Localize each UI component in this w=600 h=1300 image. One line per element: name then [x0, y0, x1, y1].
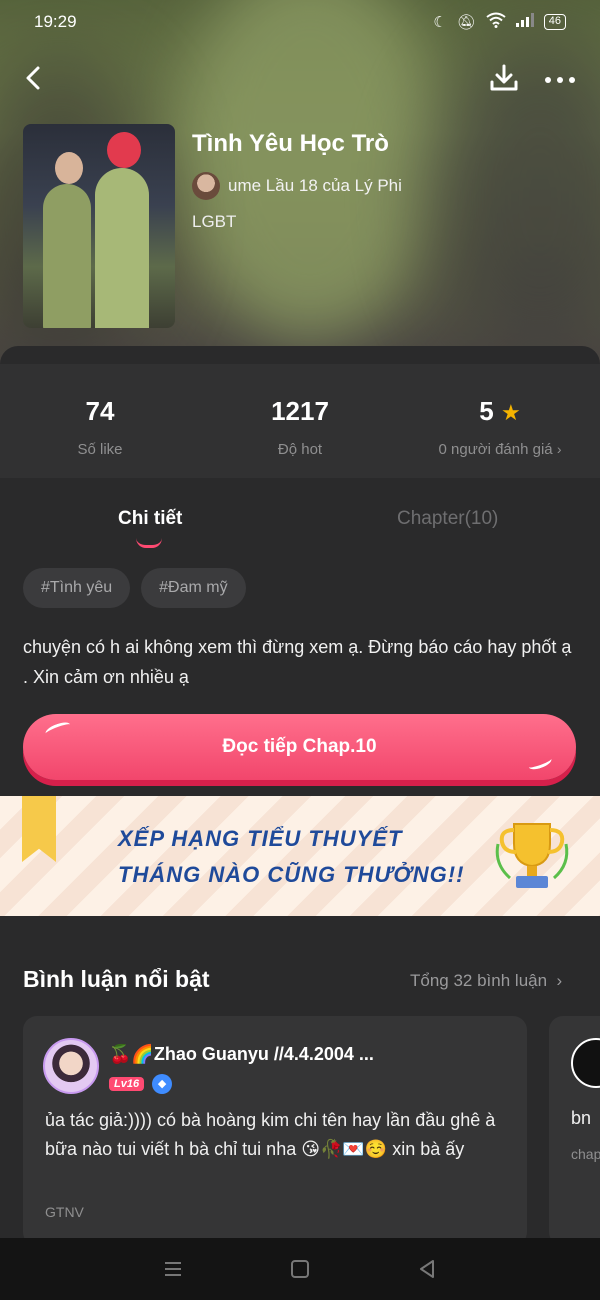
- tag-list: #Tình yêu #Đam mỹ: [23, 568, 246, 608]
- status-time: 19:29: [34, 12, 77, 31]
- book-genre: LGBT: [192, 212, 237, 231]
- detail-tabs: Chi tiết Chapter(10): [0, 496, 600, 556]
- chevron-right-icon: ›: [556, 441, 562, 457]
- battery-icon: 46: [543, 14, 566, 30]
- rating-label: 0 người đánh giá: [438, 441, 553, 458]
- stat-rating[interactable]: 5 ★ 0 người đánh giá ›: [400, 364, 600, 478]
- banner-line2: THÁNG NÀO CŨNG THƯỞNG!!: [118, 862, 465, 887]
- banner-line1: XẾP HẠNG TIỂU THUYẾT: [118, 826, 403, 851]
- tag-chip[interactable]: #Tình yêu: [23, 568, 131, 608]
- moon-icon: ☾: [433, 14, 447, 31]
- commenter-avatar[interactable]: [43, 1038, 99, 1094]
- tab-indicator: [136, 538, 162, 548]
- comment-chapter: chap: [571, 1146, 600, 1162]
- status-bar: 19:29 ☾ 🔕︎ 46: [0, 0, 600, 44]
- top-bar: [0, 58, 600, 98]
- comment-chapter: GTNV: [45, 1204, 84, 1220]
- stat-hot: 1217 Độ hot: [200, 364, 400, 478]
- likes-count: 74: [85, 396, 115, 426]
- rating-value: 5: [479, 396, 494, 426]
- back-nav-icon[interactable]: [415, 1257, 439, 1281]
- star-icon: ★: [500, 400, 521, 425]
- continue-reading-label: Đọc tiếp Chap.10: [222, 736, 377, 757]
- continue-reading-button[interactable]: Đọc tiếp Chap.10: [23, 714, 576, 780]
- tab-details[interactable]: Chi tiết: [118, 508, 182, 530]
- comments-title: Bình luận nổi bật: [23, 966, 210, 992]
- trophy-icon: [495, 823, 569, 888]
- level-badge: Lv16: [109, 1077, 145, 1091]
- stat-likes: 74 Số like: [0, 364, 200, 478]
- mute-icon: 🔕︎: [456, 14, 476, 31]
- book-description: chuyện có h ai không xem thì đừng xem ạ.…: [23, 637, 572, 687]
- comment-card[interactable]: 🍒🌈Zhao Guanyu //4.4.2004 ... Lv16 ◆ ủa t…: [23, 1016, 527, 1246]
- author-row[interactable]: ume Lầu 18 của Lý Phi: [192, 172, 402, 200]
- hot-count: 1217: [271, 396, 329, 426]
- chevron-left-icon: [26, 66, 40, 90]
- back-button[interactable]: [20, 62, 48, 94]
- menu-icon[interactable]: [161, 1257, 185, 1281]
- hot-label: Độ hot: [277, 441, 323, 458]
- comments-total: Tổng 32 bình luận: [410, 971, 548, 990]
- bookmark-ribbon-icon: [22, 796, 56, 862]
- comment-card[interactable]: bn chap: [549, 1016, 600, 1246]
- download-icon: [490, 64, 518, 91]
- main-content: 74 Số like 1217 Độ hot 5 ★ 0 người đánh …: [0, 346, 600, 1300]
- signal-icon: [515, 13, 534, 31]
- ranking-banner[interactable]: XẾP HẠNG TIỂU THUYẾT THÁNG NÀO CŨNG THƯỞ…: [0, 796, 600, 916]
- more-dots-icon: [545, 77, 575, 83]
- commenter-avatar[interactable]: [571, 1038, 600, 1088]
- comment-text: ủa tác giả:)))) có bà hoàng kim chi tên …: [45, 1110, 496, 1159]
- tab-chapters[interactable]: Chapter(10): [397, 508, 498, 530]
- all-comments-link[interactable]: Tổng 32 bình luận ›: [410, 971, 562, 991]
- book-cover[interactable]: [23, 124, 175, 328]
- system-nav-bar: [0, 1238, 600, 1300]
- home-icon[interactable]: [288, 1257, 312, 1281]
- tag-chip[interactable]: #Đam mỹ: [141, 568, 246, 608]
- chevron-right-icon: ›: [551, 971, 563, 990]
- download-button[interactable]: [488, 62, 520, 94]
- author-name: ume Lầu 18 của Lý Phi: [228, 176, 402, 195]
- comment-text: bn: [571, 1108, 592, 1128]
- more-button[interactable]: [542, 62, 578, 94]
- verified-shield-icon: ◆: [152, 1074, 173, 1094]
- author-avatar: [192, 172, 220, 200]
- book-title: Tình Yêu Học Trò: [192, 130, 389, 157]
- wifi-icon: [486, 12, 506, 32]
- stats-card: 74 Số like 1217 Độ hot 5 ★ 0 người đánh …: [0, 364, 600, 478]
- commenter-name[interactable]: 🍒🌈Zhao Guanyu //4.4.2004 ...: [109, 1044, 374, 1065]
- likes-label: Số like: [77, 441, 123, 458]
